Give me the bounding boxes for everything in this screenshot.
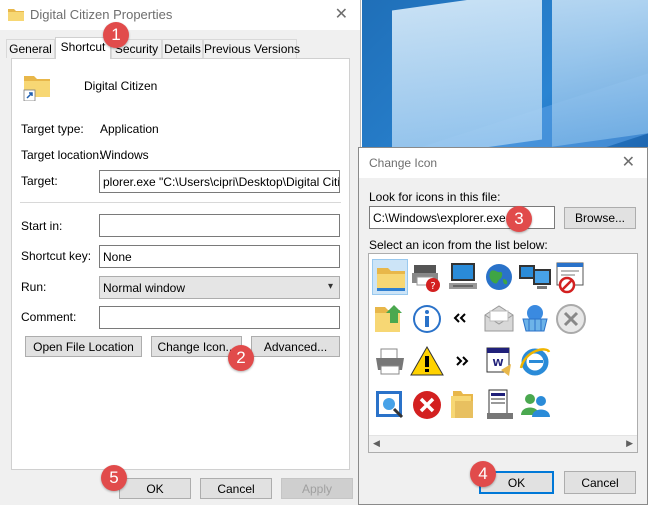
close-icon[interactable]: ✕: [335, 4, 348, 24]
select-icon-label: Select an icon from the list below:: [369, 238, 548, 252]
look-for-icons-label: Look for icons in this file:: [369, 190, 501, 204]
shortcut-key-input[interactable]: None: [99, 245, 340, 268]
printer-help-icon[interactable]: ?: [409, 259, 445, 295]
callout-badge: 5: [101, 465, 127, 491]
callout-badge: 4: [470, 461, 496, 487]
globe-icon[interactable]: [481, 259, 517, 295]
document-window-icon[interactable]: W: [481, 344, 517, 380]
warning-icon[interactable]: [409, 344, 445, 380]
double-chevron-right-icon[interactable]: [445, 344, 481, 380]
open-file-location-button[interactable]: Open File Location: [25, 336, 142, 357]
callout-badge: 1: [103, 22, 129, 48]
target-location-label: Target location:: [21, 148, 103, 162]
folder-up-icon[interactable]: [372, 301, 408, 337]
server-icon[interactable]: [481, 387, 517, 423]
target-type-label: Target type:: [21, 122, 84, 136]
folders-icon[interactable]: [445, 387, 481, 423]
change-icon-dialog: Change Icon ✕ Look for icons in this fil…: [358, 147, 648, 505]
printer-icon[interactable]: [372, 344, 408, 380]
monitors-icon[interactable]: [517, 259, 553, 295]
change-icon-title: Change Icon: [369, 156, 438, 170]
divider: [20, 202, 341, 203]
shortcut-panel: Digital Citizen Target type: Application…: [11, 58, 350, 470]
callout-badge: 3: [506, 206, 532, 232]
tab-details[interactable]: Details: [162, 39, 203, 58]
advanced-button[interactable]: Advanced...: [251, 336, 340, 357]
tab-previous-versions[interactable]: Previous Versions: [203, 39, 300, 58]
computer-icon[interactable]: [445, 259, 481, 295]
network-basket-icon[interactable]: [517, 301, 553, 337]
run-select[interactable]: Normal window ▾: [99, 276, 340, 299]
cancel-circle-icon[interactable]: [553, 301, 589, 337]
mail-icon[interactable]: [481, 301, 517, 337]
shortcut-name: Digital Citizen: [84, 79, 158, 93]
double-chevron-left-icon[interactable]: [445, 301, 481, 337]
control-panel-icon[interactable]: [372, 387, 408, 423]
svg-text:W: W: [492, 358, 503, 369]
apply-button[interactable]: Apply: [281, 478, 353, 499]
properties-dialog: Digital Citizen Properties ✕ General Sho…: [0, 0, 361, 505]
ok-button[interactable]: OK: [119, 478, 191, 499]
run-select-value: Normal window: [103, 281, 186, 295]
callout-badge: 2: [228, 345, 254, 371]
target-type-value: Application: [100, 122, 159, 136]
comment-input[interactable]: [99, 306, 340, 329]
icon-list[interactable]: ? W ◀ ▶: [368, 253, 638, 453]
info-icon[interactable]: [409, 301, 445, 337]
properties-title: Digital Citizen Properties: [30, 7, 173, 22]
folder-icon[interactable]: [372, 259, 408, 295]
change-icon-cancel-button[interactable]: Cancel: [564, 471, 636, 494]
comment-label: Comment:: [21, 310, 77, 324]
scroll-right-icon[interactable]: ▶: [626, 438, 633, 449]
cancel-button[interactable]: Cancel: [200, 478, 272, 499]
run-label: Run:: [21, 280, 47, 294]
tab-general[interactable]: General: [6, 39, 55, 58]
window-blocked-icon[interactable]: [553, 259, 589, 295]
horizontal-scrollbar[interactable]: ◀ ▶: [369, 435, 637, 452]
error-icon[interactable]: [409, 387, 445, 423]
close-icon[interactable]: ✕: [622, 152, 635, 172]
svg-text:?: ?: [430, 281, 435, 292]
change-icon-titlebar: Change Icon ✕: [359, 148, 647, 178]
start-in-label: Start in:: [21, 219, 63, 233]
shortcut-key-label: Shortcut key:: [21, 249, 92, 263]
shortcut-folder-icon: [23, 76, 50, 101]
target-label: Target:: [21, 174, 58, 188]
chevron-down-icon: ▾: [327, 281, 333, 292]
tab-shortcut[interactable]: Shortcut: [55, 37, 111, 59]
scroll-left-icon[interactable]: ◀: [373, 438, 380, 449]
users-icon[interactable]: [517, 387, 553, 423]
browse-button[interactable]: Browse...: [564, 207, 636, 229]
target-input[interactable]: plorer.exe "C:\Users\cipri\Desktop\Digit…: [99, 170, 340, 193]
start-in-input[interactable]: [99, 214, 340, 237]
internet-explorer-icon[interactable]: [517, 344, 553, 380]
properties-titlebar: Digital Citizen Properties ✕: [0, 0, 360, 30]
folder-icon: [8, 9, 24, 21]
target-location-value: Windows: [100, 148, 149, 162]
